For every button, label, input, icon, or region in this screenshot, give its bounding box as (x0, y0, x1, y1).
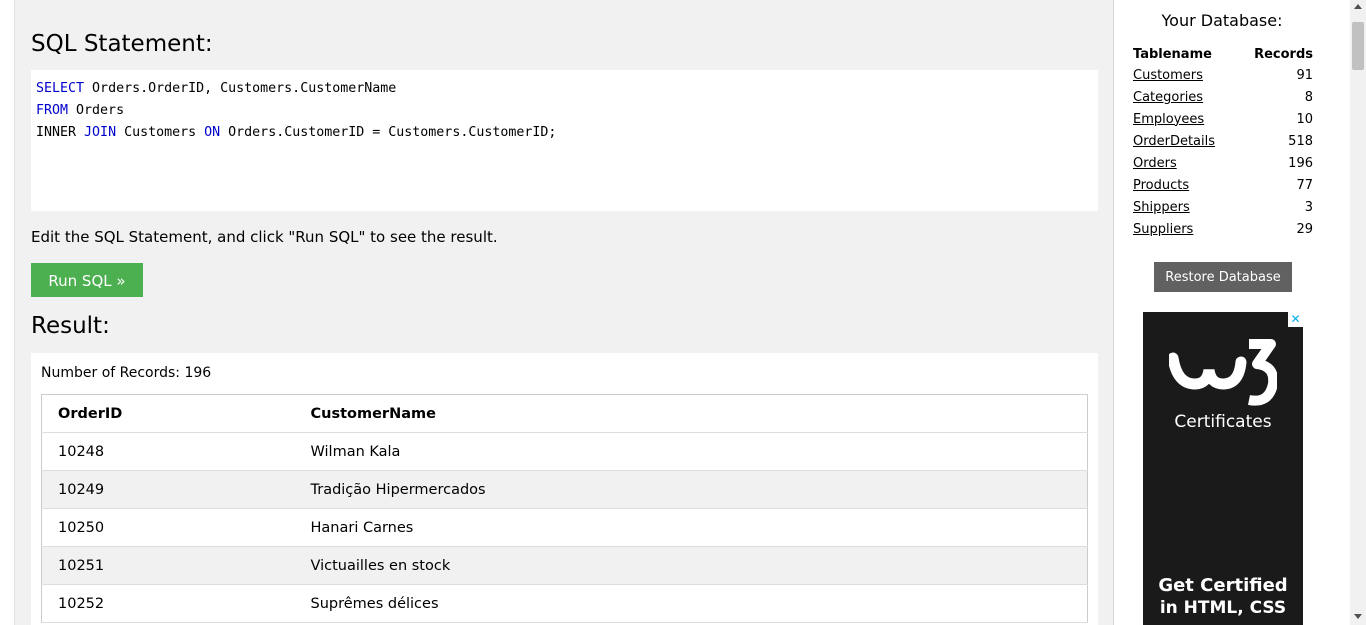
column-header-orderid: OrderID (41, 394, 295, 433)
table-link-categories[interactable]: Categories (1133, 90, 1203, 105)
sql-code-editor[interactable]: SELECT Orders.OrderID, Customers.Custome… (31, 70, 1098, 211)
table-link-products[interactable]: Products (1133, 178, 1189, 193)
sql-keyword: SELECT (36, 81, 85, 96)
scroll-thumb[interactable] (1352, 22, 1364, 70)
sql-keyword: FROM (36, 103, 69, 118)
sql-keyword: ON (204, 125, 221, 140)
table-link-orders[interactable]: Orders (1133, 156, 1177, 171)
ad-subline: in HTML, CSS (1159, 598, 1287, 618)
cell-orderid: 10251 (41, 546, 295, 585)
table-link-employees[interactable]: Employees (1133, 112, 1204, 127)
database-row: Employees 10 (1132, 108, 1314, 130)
table-header-row: OrderID CustomerName (41, 394, 1088, 433)
table-link-suppliers[interactable]: Suppliers (1133, 222, 1193, 237)
table-row: 10250 Hanari Carnes (41, 508, 1088, 547)
table-row: 10249 Tradição Hipermercados (41, 470, 1088, 509)
record-count: Number of Records: 196 (41, 365, 212, 381)
tablename-header: Tablename (1133, 46, 1212, 62)
records-header: Records (1254, 46, 1313, 62)
record-count-value: 3 (1304, 199, 1313, 215)
table-row: 10251 Victuailles en stock (41, 546, 1088, 585)
advertisement[interactable]: ✕ w3 Certificates Get Certified in HTML,… (1143, 312, 1303, 625)
table-link-customers[interactable]: Customers (1133, 68, 1203, 83)
result-heading: Result: (31, 313, 110, 339)
cell-customername: Tradição Hipermercados (294, 470, 1088, 509)
cell-customername: Hanari Carnes (294, 508, 1088, 547)
column-header-customername: CustomerName (294, 394, 1088, 433)
database-row: Categories 8 (1132, 86, 1314, 108)
record-count-value: 91 (1296, 67, 1313, 83)
run-sql-button[interactable]: Run SQL » (31, 263, 143, 297)
cell-customername: Wilman Kala (294, 432, 1088, 471)
sql-editor-panel: SQL Statement: SELECT Orders.OrderID, Cu… (14, 0, 1114, 625)
record-count-value: 196 (1288, 155, 1313, 171)
record-count-value: 77 (1296, 177, 1313, 193)
record-count-value: 10 (1296, 111, 1313, 127)
sql-text: Orders.OrderID, Customers.CustomerName (84, 81, 397, 96)
ad-close-icon[interactable]: ✕ (1288, 312, 1303, 327)
result-container: Number of Records: 196 OrderID CustomerN… (31, 353, 1098, 625)
database-sidebar: Your Database: Tablename Records Custome… (1116, 0, 1350, 625)
database-row: Suppliers 29 (1132, 218, 1314, 240)
database-header-row: Tablename Records (1132, 44, 1314, 64)
sql-text: Orders (68, 103, 125, 118)
scroll-down-arrow-icon[interactable] (1354, 614, 1362, 619)
instruction-text: Edit the SQL Statement, and click "Run S… (31, 228, 498, 246)
record-count-value: 518 (1288, 133, 1313, 149)
scroll-up-arrow-icon[interactable] (1354, 4, 1362, 9)
sql-statement-heading: SQL Statement: (31, 31, 213, 57)
database-row: OrderDetails 518 (1132, 130, 1314, 152)
cell-customername: Suprêmes délices (294, 584, 1088, 623)
cell-orderid: 10248 (41, 432, 295, 471)
result-table: OrderID CustomerName 10248 Wilman Kala 1… (41, 394, 1088, 623)
table-row: 10252 Suprêmes délices (41, 584, 1088, 623)
cell-orderid: 10249 (41, 470, 295, 509)
record-count-value: 29 (1296, 221, 1313, 237)
database-row: Products 77 (1132, 174, 1314, 196)
sql-text: INNER (36, 125, 85, 140)
database-title: Your Database: (1161, 11, 1283, 30)
cell-orderid: 10250 (41, 508, 295, 547)
sql-text: Customers (116, 125, 205, 140)
sql-keyword: JOIN (84, 125, 117, 140)
sql-text: Orders.CustomerID = Customers.CustomerID… (220, 125, 557, 140)
page-scrollbar[interactable] (1350, 0, 1366, 625)
database-table: Tablename Records Customers 91 Categorie… (1132, 44, 1314, 240)
ad-certificates-text: Certificates (1174, 412, 1272, 432)
record-count-value: 8 (1304, 89, 1313, 105)
w3-logo-icon: w3 (1169, 339, 1277, 406)
database-row: Shippers 3 (1132, 196, 1314, 218)
database-row: Orders 196 (1132, 152, 1314, 174)
table-link-orderdetails[interactable]: OrderDetails (1133, 134, 1215, 149)
ad-headline: Get Certified (1158, 575, 1288, 596)
cell-customername: Victuailles en stock (294, 546, 1088, 585)
restore-database-button[interactable]: Restore Database (1154, 262, 1292, 292)
table-row: 10248 Wilman Kala (41, 432, 1088, 471)
table-link-shippers[interactable]: Shippers (1133, 200, 1190, 215)
cell-orderid: 10252 (41, 584, 295, 623)
database-row: Customers 91 (1132, 64, 1314, 86)
